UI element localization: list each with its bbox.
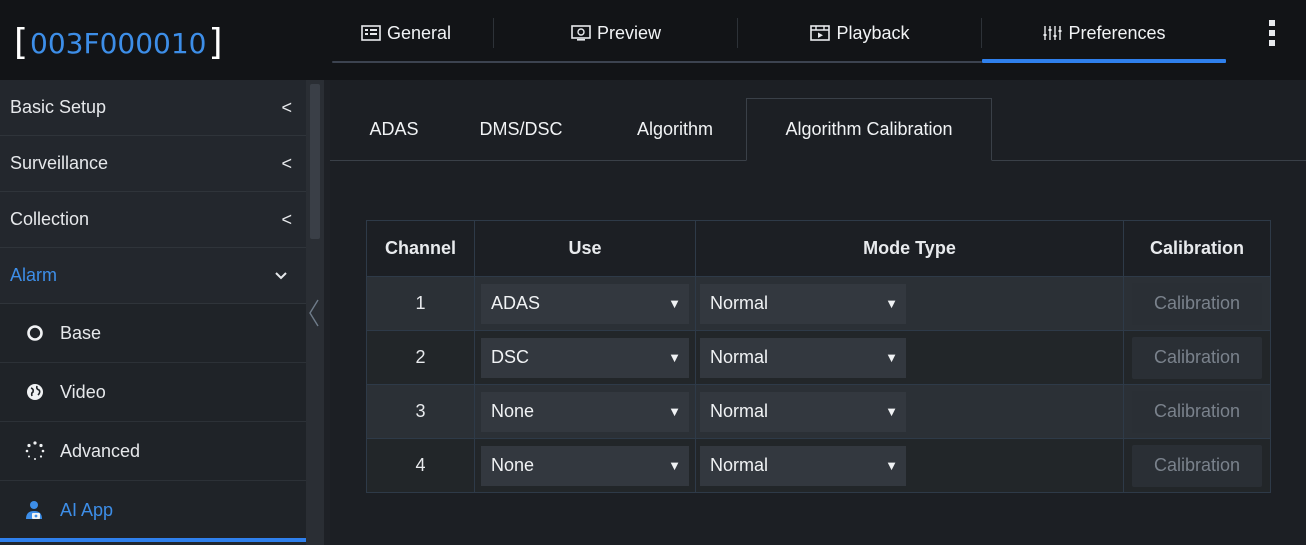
- mode-value: Normal: [710, 401, 769, 421]
- header-use: Use: [474, 220, 696, 277]
- tab-underline-inactive: [332, 61, 982, 63]
- sidebar-item-label: Surveillance: [10, 153, 109, 173]
- calibration-button[interactable]: Calibration: [1132, 444, 1262, 487]
- tab-preferences[interactable]: Preferences: [982, 0, 1226, 66]
- calibration-button[interactable]: Calibration: [1132, 390, 1262, 433]
- subtab-dms-dsc[interactable]: DMS/DSC: [466, 98, 576, 160]
- mode-value: Normal: [710, 293, 769, 313]
- sidebar-subitem-advanced[interactable]: Advanced: [0, 422, 306, 481]
- use-value: DSC: [491, 347, 530, 367]
- main-tabs: General Preview Playback Preferences: [318, 0, 1306, 80]
- mode-type-select[interactable]: Normal ▼: [700, 445, 906, 486]
- circle-icon: [24, 322, 46, 344]
- subtab-algorithm-calibration[interactable]: Algorithm Calibration: [746, 98, 992, 161]
- calibration-button[interactable]: Calibration: [1132, 336, 1262, 379]
- main-content: ADAS DMS/DSC Algorithm Algorithm Calibra…: [330, 80, 1306, 545]
- mode-value: Normal: [710, 455, 769, 475]
- sidebar-item-surveillance[interactable]: Surveillance <: [0, 136, 306, 192]
- sidebar: Basic Setup < Surveillance < Collection …: [0, 80, 306, 545]
- sidebar-item-label: Alarm: [10, 265, 58, 285]
- device-id-text: 003F000010: [30, 26, 207, 60]
- chevron-left-icon: <: [281, 153, 292, 173]
- chevron-left-icon: <: [281, 97, 292, 117]
- top-bar: [003F000010] General Preview Playback Pr…: [0, 0, 1306, 80]
- use-select[interactable]: DSC ▼: [481, 337, 689, 378]
- chevron-down-icon: [275, 271, 287, 279]
- sidebar-item-alarm[interactable]: Alarm: [0, 248, 306, 304]
- ai-user-icon: [24, 499, 46, 521]
- sidebar-subitem-base[interactable]: Base: [0, 304, 306, 363]
- use-select[interactable]: None ▼: [481, 391, 689, 432]
- general-icon: [361, 25, 381, 41]
- globe-icon: [24, 381, 46, 403]
- use-value: None: [491, 401, 535, 421]
- sidebar-item-label: Basic Setup: [10, 97, 107, 117]
- sidebar-item-collection[interactable]: Collection <: [0, 192, 306, 248]
- tab-preferences-label: Preferences: [1068, 22, 1166, 43]
- dropdown-arrow-icon: ▼: [668, 350, 681, 365]
- sidebar-subitem-label: Video: [60, 381, 106, 402]
- table-header-row: Channel Use Mode Type Calibration: [366, 220, 1271, 277]
- dropdown-arrow-icon: ▼: [668, 404, 681, 419]
- subtab-algorithm[interactable]: Algorithm: [620, 98, 730, 160]
- sidebar-subitem-video[interactable]: Video: [0, 363, 306, 422]
- preview-icon: [571, 25, 591, 41]
- sidebar-subitem-ai-app[interactable]: AI App: [0, 481, 306, 540]
- header-mode-type: Mode Type: [695, 220, 1124, 277]
- use-value: ADAS: [491, 293, 541, 313]
- sidebar-subitem-label: Advanced: [60, 440, 141, 461]
- tab-underline-active: [982, 59, 1226, 63]
- channel-cell: 1: [366, 276, 475, 331]
- mode-type-select[interactable]: Normal ▼: [700, 391, 906, 432]
- dropdown-arrow-icon: ▼: [885, 404, 898, 419]
- header-channel: Channel: [366, 220, 475, 277]
- table-row: 2 DSC ▼ Normal ▼ Calibration: [366, 330, 1271, 385]
- sidebar-item-basic-setup[interactable]: Basic Setup <: [0, 80, 306, 136]
- playback-icon: [810, 25, 831, 41]
- dropdown-arrow-icon: ▼: [885, 296, 898, 311]
- sidebar-item-label: Collection: [10, 209, 90, 229]
- dots-ring-icon: [24, 440, 46, 462]
- tab-general[interactable]: General: [318, 0, 494, 66]
- table-row: 1 ADAS ▼ Normal ▼ Calibration: [366, 276, 1271, 331]
- dropdown-arrow-icon: ▼: [668, 458, 681, 473]
- tab-preview[interactable]: Preview: [494, 0, 738, 66]
- calibration-button[interactable]: Calibration: [1132, 282, 1262, 325]
- use-select[interactable]: ADAS ▼: [481, 283, 689, 324]
- preferences-icon: [1043, 26, 1062, 40]
- calibration-table: Channel Use Mode Type Calibration 1 ADAS…: [366, 220, 1271, 493]
- dropdown-arrow-icon: ▼: [668, 296, 681, 311]
- sidebar-scroll-thumb[interactable]: [310, 84, 320, 239]
- tab-playback-label: Playback: [836, 22, 910, 43]
- header-calibration: Calibration: [1123, 220, 1271, 277]
- sidebar-subitem-label: Base: [60, 322, 102, 343]
- sidebar-subitem-label: AI App: [60, 499, 114, 520]
- tab-playback[interactable]: Playback: [738, 0, 982, 66]
- mode-type-select[interactable]: Normal ▼: [700, 283, 906, 324]
- dropdown-arrow-icon: ▼: [885, 350, 898, 365]
- dropdown-arrow-icon: ▼: [885, 458, 898, 473]
- mode-type-select[interactable]: Normal ▼: [700, 337, 906, 378]
- channel-cell: 4: [366, 438, 475, 493]
- channel-cell: 2: [366, 330, 475, 385]
- use-select[interactable]: None ▼: [481, 445, 689, 486]
- more-menu-icon[interactable]: [1268, 20, 1276, 46]
- mode-value: Normal: [710, 347, 769, 367]
- use-value: None: [491, 455, 535, 475]
- tab-preview-label: Preview: [596, 22, 662, 43]
- channel-cell: 3: [366, 384, 475, 439]
- chevron-left-icon: <: [281, 209, 292, 229]
- collapse-sidebar-icon[interactable]: [308, 296, 322, 330]
- subtab-adas[interactable]: ADAS: [344, 98, 444, 160]
- tab-general-label: General: [386, 22, 452, 43]
- sub-tabs: ADAS DMS/DSC Algorithm Algorithm Calibra…: [330, 98, 1306, 161]
- table-row: 4 None ▼ Normal ▼ Calibration: [366, 438, 1271, 493]
- device-id-label: [003F000010]: [14, 22, 223, 63]
- table-row: 3 None ▼ Normal ▼ Calibration: [366, 384, 1271, 439]
- sidebar-active-indicator: [0, 538, 306, 542]
